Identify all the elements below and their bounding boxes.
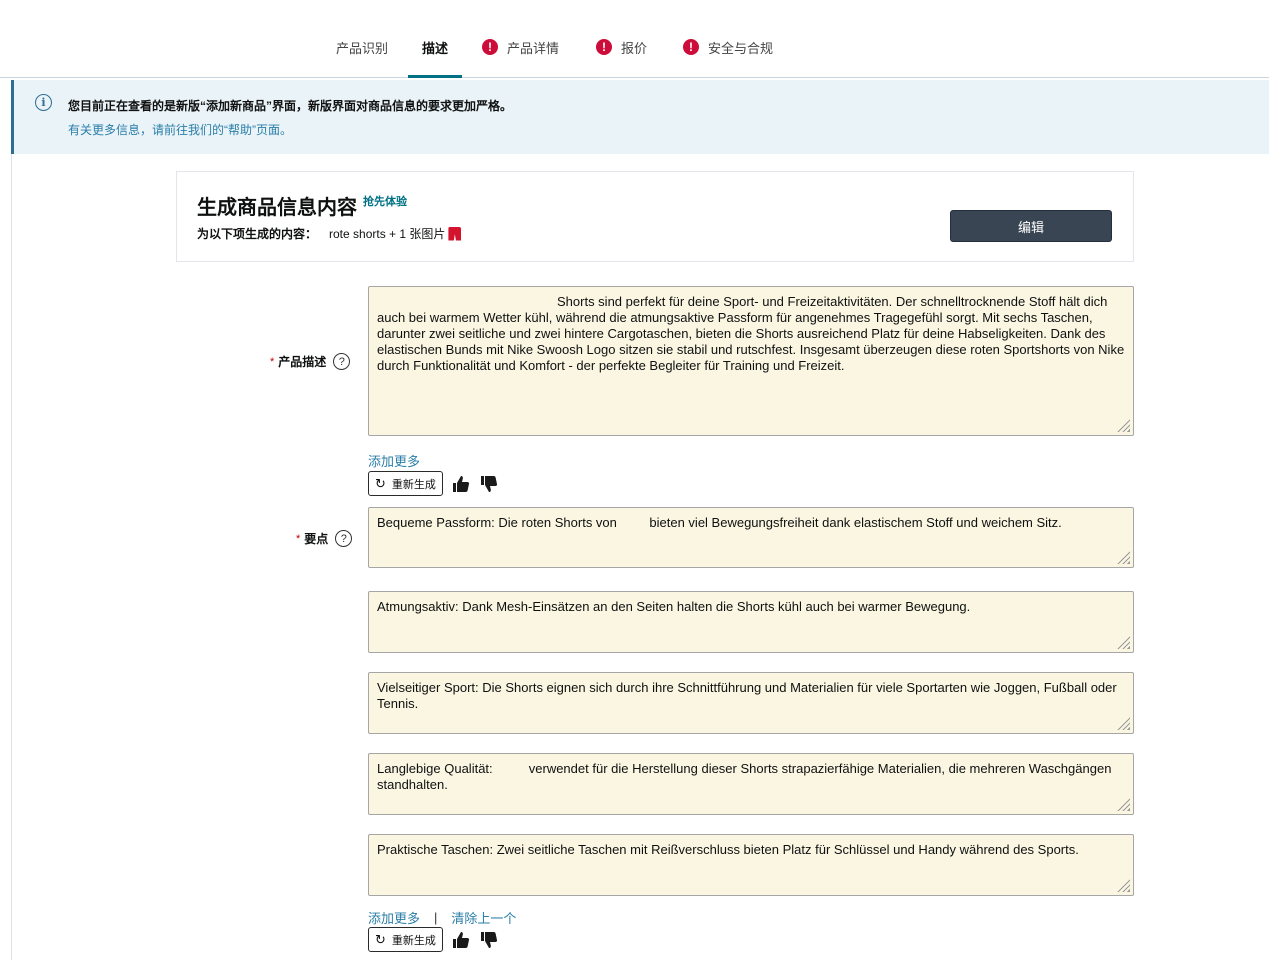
thumbs-up-icon[interactable] bbox=[451, 474, 471, 494]
resize-handle[interactable] bbox=[1116, 635, 1130, 649]
bullet-text: Praktische Taschen: Zwei seitliche Tasch… bbox=[377, 842, 1079, 857]
banner-message: 您目前正在查看的是新版“添加新商品”界面，新版界面对商品信息的要求更加严格。 bbox=[68, 99, 513, 113]
generate-source: 为以下项生成的内容： rote shorts + 1 张图片 bbox=[197, 225, 462, 242]
description-label-text: 产品描述 bbox=[278, 355, 327, 369]
bullet-text: Atmungsaktiv: Dank Mesh-Einsätzen an den… bbox=[377, 599, 971, 614]
description-links: 添加更多 bbox=[368, 451, 420, 470]
generate-source-label: 为以下项生成的内容： bbox=[197, 227, 318, 241]
tab-label: 描述 bbox=[422, 41, 449, 56]
thumbs-down-icon[interactable] bbox=[479, 930, 499, 950]
regenerate-label: 重新生成 bbox=[391, 934, 436, 947]
info-icon: i bbox=[35, 94, 52, 111]
link-separator: | bbox=[434, 910, 438, 925]
bullet-text: Bequeme Passform: Die roten Shorts von b… bbox=[377, 515, 1062, 530]
bullets-links: 添加更多 | 清除上一个 bbox=[368, 908, 516, 927]
bullet-text: Langlebige Qualität: verwendet für die H… bbox=[377, 761, 1116, 792]
bullet-textarea[interactable]: Vielseitiger Sport: Die Shorts eignen si… bbox=[368, 672, 1134, 734]
early-access-badge: 抢先体验 bbox=[363, 196, 407, 208]
tab-bar: 产品识别 描述 ! 产品详情 ! 报价 ! 安全与合规 bbox=[0, 0, 1269, 78]
regenerate-button[interactable]: ↻ 重新生成 bbox=[368, 471, 443, 496]
tab-product-details[interactable]: ! 产品详情 bbox=[482, 38, 559, 78]
regenerate-label: 重新生成 bbox=[391, 478, 436, 491]
tab-offer[interactable]: ! 报价 bbox=[596, 38, 647, 78]
warning-icon: ! bbox=[683, 39, 699, 55]
warning-icon: ! bbox=[482, 39, 498, 55]
tab-description[interactable]: 描述 bbox=[407, 38, 463, 78]
refresh-icon: ↻ bbox=[375, 475, 386, 491]
generate-listing-card: 生成商品信息内容 抢先体验 为以下项生成的内容： rote shorts + 1… bbox=[176, 171, 1134, 262]
regenerate-button[interactable]: ↻ 重新生成 bbox=[368, 927, 443, 952]
help-icon[interactable]: ? bbox=[335, 530, 353, 547]
bullets-actions: ↻ 重新生成 bbox=[368, 927, 499, 952]
bullet-textarea[interactable]: Praktische Taschen: Zwei seitliche Tasch… bbox=[368, 834, 1134, 896]
page-guide-line bbox=[11, 154, 12, 960]
generate-title: 生成商品信息内容 bbox=[197, 197, 357, 219]
required-marker: * bbox=[270, 355, 275, 368]
thumbs-up-icon[interactable] bbox=[451, 930, 471, 950]
tab-label: 报价 bbox=[621, 41, 648, 56]
bullets-label-text: 要点 bbox=[304, 532, 329, 546]
description-actions: ↻ 重新生成 bbox=[368, 471, 499, 496]
tab-label: 安全与合规 bbox=[708, 41, 774, 56]
resize-handle[interactable] bbox=[1116, 878, 1130, 892]
add-more-link[interactable]: 添加更多 bbox=[368, 451, 420, 470]
tab-safety-compliance[interactable]: ! 安全与合规 bbox=[683, 38, 773, 78]
description-label: * 产品描述 ? bbox=[270, 353, 351, 370]
refresh-icon: ↻ bbox=[375, 931, 386, 947]
help-page-link[interactable]: 有关更多信息，请前往我们的“帮助”页面。 bbox=[68, 121, 292, 138]
bullet-textarea[interactable]: Langlebige Qualität: verwendet für die H… bbox=[368, 753, 1134, 815]
edit-button[interactable]: 编辑 bbox=[950, 210, 1112, 242]
resize-handle[interactable] bbox=[1116, 716, 1130, 730]
tab-product-identity[interactable]: 产品识别 bbox=[336, 38, 388, 78]
info-banner: i 您目前正在查看的是新版“添加新商品”界面，新版界面对商品信息的要求更加严格。… bbox=[11, 80, 1269, 154]
tab-label: 产品识别 bbox=[336, 41, 389, 56]
thumbs-down-icon[interactable] bbox=[479, 474, 499, 494]
bullet-textarea[interactable]: Atmungsaktiv: Dank Mesh-Einsätzen an den… bbox=[368, 591, 1134, 653]
resize-handle[interactable] bbox=[1116, 418, 1130, 432]
description-textarea[interactable]: Shorts sind perfekt für deine Sport- und… bbox=[368, 286, 1134, 436]
resize-handle[interactable] bbox=[1116, 797, 1130, 811]
bullets-label: * 要点 ? bbox=[296, 530, 353, 547]
bullet-textarea[interactable]: Bequeme Passform: Die roten Shorts von b… bbox=[368, 507, 1134, 568]
required-marker: * bbox=[296, 532, 301, 545]
generate-source-value: rote shorts + 1 张图片 bbox=[329, 227, 446, 241]
shorts-thumbnail-icon bbox=[448, 226, 462, 241]
help-icon[interactable]: ? bbox=[333, 353, 351, 370]
remove-last-link[interactable]: 清除上一个 bbox=[451, 908, 516, 927]
tab-label: 产品详情 bbox=[507, 41, 560, 56]
add-more-link[interactable]: 添加更多 bbox=[368, 908, 420, 927]
bullet-text: Vielseitiger Sport: Die Shorts eignen si… bbox=[377, 680, 1117, 711]
resize-handle[interactable] bbox=[1116, 550, 1130, 564]
description-text: Shorts sind perfekt für deine Sport- und… bbox=[377, 294, 1125, 373]
warning-icon: ! bbox=[596, 39, 612, 55]
